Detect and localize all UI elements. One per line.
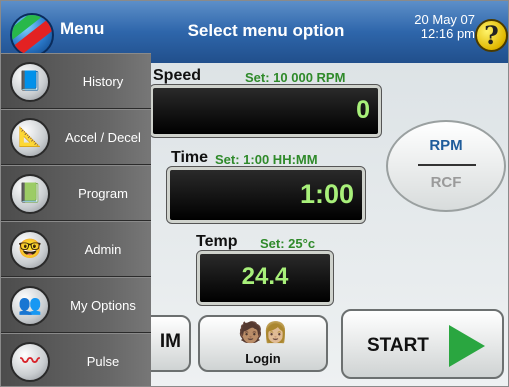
pulse-icon: 〰 (10, 342, 50, 382)
menu-button-label[interactable]: Menu (60, 19, 104, 39)
page-title: Select menu option (187, 21, 345, 40)
rcf-option[interactable]: RCF (388, 174, 504, 191)
help-icon[interactable]: ? (475, 19, 508, 52)
time-display[interactable]: 1:00 (166, 166, 366, 224)
accel-decel-icon: 📐 (10, 118, 50, 158)
speed-display[interactable]: 0 (149, 84, 382, 138)
rpm-option[interactable]: RPM (388, 137, 504, 154)
users-icon: 🧑🏽👩🏼 (238, 322, 288, 344)
time-set-text: Set: 1:00 HH:MM (215, 152, 318, 167)
start-button-label: START (367, 335, 429, 356)
speed-label: Speed (153, 67, 202, 84)
side-menu-item-label: History (82, 74, 124, 89)
rpm-rcf-toggle[interactable]: RPM RCF (386, 120, 506, 212)
program-icon: 📗 (10, 174, 50, 214)
menu-orb-icon[interactable] (10, 13, 54, 57)
history-icon: 📘 (10, 62, 50, 102)
side-menu-item-program[interactable]: 📗 Program (1, 165, 151, 221)
speed-set-text: Set: 10 000 RPM (245, 70, 346, 85)
admin-icon: 🤓 (10, 230, 50, 270)
play-arrow-icon (449, 325, 485, 367)
side-menu-item-label: My Options (70, 298, 136, 313)
toggle-divider (418, 164, 476, 166)
time-text: 12:16 pm (420, 26, 475, 41)
login-button[interactable]: 🧑🏽👩🏼 Login (198, 315, 328, 372)
side-menu-item-label: Accel / Decel (65, 130, 141, 145)
time-label: Time (171, 149, 209, 166)
side-menu-item-pulse[interactable]: 〰 Pulse (1, 333, 151, 386)
app-window: Menu Select menu option 20 May 07 12:16 … (0, 0, 509, 387)
start-button[interactable]: START (341, 309, 504, 379)
partially-hidden-button-label: IM (159, 331, 181, 352)
date-text: 20 May 07 (414, 12, 475, 27)
login-button-label: Login (245, 351, 281, 366)
side-menu: 📘 History 📐 Accel / Decel 📗 Program 🤓 Ad… (1, 53, 151, 386)
side-menu-item-admin[interactable]: 🤓 Admin (1, 221, 151, 277)
temp-display[interactable]: 24.4 (196, 250, 334, 306)
side-menu-item-history[interactable]: 📘 History (1, 53, 151, 109)
date-time-readout: 20 May 07 12:16 pm (401, 13, 475, 41)
my-options-icon: 👥 (10, 286, 50, 326)
side-menu-item-accel-decel[interactable]: 📐 Accel / Decel (1, 109, 151, 165)
side-menu-item-label: Pulse (86, 354, 120, 369)
temp-label: Temp (196, 233, 238, 250)
side-menu-item-label: Program (78, 186, 128, 201)
side-menu-item-label: Admin (84, 242, 122, 257)
temp-set-text: Set: 25°c (260, 236, 316, 251)
side-menu-item-my-options[interactable]: 👥 My Options (1, 277, 151, 333)
